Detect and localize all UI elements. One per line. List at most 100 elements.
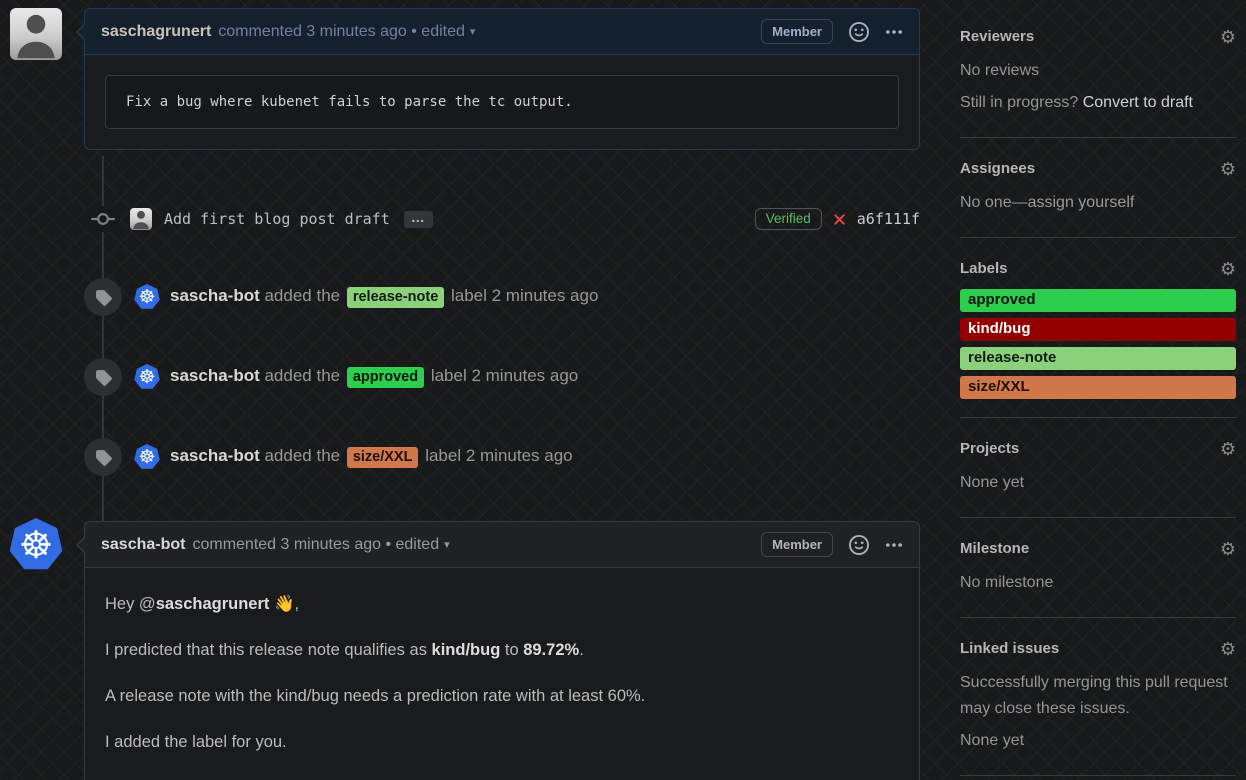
label-event-row: ☸ sascha-bot added the size/XXL label 2 … bbox=[84, 437, 920, 477]
comment-body: Fix a bug where kubenet fails to parse t… bbox=[85, 55, 919, 149]
user-avatar[interactable] bbox=[10, 8, 62, 60]
bot-comment: sascha-bot commented 3 minutes ago • edi… bbox=[84, 521, 920, 780]
reviewers-hint: Still in progress? Convert to draft bbox=[960, 90, 1236, 116]
speech-caret bbox=[76, 24, 84, 40]
comment-meta: commented 3 minutes ago • edited bbox=[192, 536, 439, 554]
linked-issues-title[interactable]: Linked issues bbox=[960, 640, 1059, 657]
milestone-empty-text: No milestone bbox=[960, 570, 1236, 596]
sidebar-section-linked-issues: Linked issues ⚙ Successfully merging thi… bbox=[960, 640, 1236, 754]
git-commit-icon bbox=[86, 206, 120, 232]
gear-icon[interactable]: ⚙ bbox=[1220, 261, 1236, 277]
projects-title[interactable]: Projects bbox=[960, 440, 1019, 457]
sidebar-divider bbox=[960, 237, 1236, 238]
event-label-chip[interactable]: release-note bbox=[347, 287, 444, 308]
assignees-title[interactable]: Assignees bbox=[960, 160, 1035, 177]
person-silhouette-icon bbox=[10, 8, 62, 60]
sidebar-divider bbox=[960, 417, 1236, 418]
assign-yourself-link[interactable]: assign yourself bbox=[1028, 194, 1135, 211]
comment-header: sascha-bot commented 3 minutes ago • edi… bbox=[85, 522, 919, 568]
label-event-row: ☸ sascha-bot added the release-note labe… bbox=[84, 277, 920, 317]
commit-author-avatar[interactable] bbox=[130, 208, 152, 230]
gear-icon[interactable]: ⚙ bbox=[1220, 541, 1236, 557]
sidebar-divider bbox=[960, 137, 1236, 138]
tag-icon bbox=[84, 358, 122, 396]
event-action: added the bbox=[260, 286, 345, 305]
label-kind-bug[interactable]: kind/bug bbox=[960, 318, 1236, 341]
speech-caret bbox=[76, 537, 84, 553]
event-actor[interactable]: sascha-bot bbox=[170, 286, 260, 305]
event-actor[interactable]: sascha-bot bbox=[170, 446, 260, 465]
comment-author-link[interactable]: saschagrunert bbox=[101, 23, 211, 41]
assignees-empty-text: No one—assign yourself bbox=[960, 190, 1236, 216]
event-suffix: label 2 minutes ago bbox=[426, 366, 578, 385]
member-badge: Member bbox=[761, 532, 833, 557]
x-status-icon[interactable] bbox=[831, 211, 848, 228]
kubernetes-logo-icon: ☸ bbox=[9, 518, 63, 572]
commit-message-link[interactable]: Add first blog post draft bbox=[164, 210, 390, 228]
pr-description-comment: saschagrunert commented 3 minutes ago • … bbox=[84, 8, 920, 150]
event-label-chip[interactable]: size/XXL bbox=[347, 447, 419, 468]
comment-author-link[interactable]: sascha-bot bbox=[101, 536, 185, 554]
sidebar-section-projects: Projects ⚙ None yet bbox=[960, 440, 1236, 496]
edited-dropdown-caret[interactable]: ▾ bbox=[470, 25, 476, 38]
person-silhouette-icon bbox=[130, 208, 152, 230]
label-release-note[interactable]: release-note bbox=[960, 347, 1236, 370]
edited-dropdown-caret[interactable]: ▾ bbox=[444, 538, 450, 551]
labels-list: approved kind/bug release-note size/XXL bbox=[960, 289, 1236, 399]
sidebar-divider bbox=[960, 617, 1236, 618]
tag-icon bbox=[84, 438, 122, 476]
bot-avatar-large[interactable]: ☸ bbox=[9, 518, 61, 570]
reviewers-empty-text: No reviews bbox=[960, 58, 1236, 84]
tag-icon bbox=[84, 278, 122, 316]
sidebar-section-milestone: Milestone ⚙ No milestone bbox=[960, 540, 1236, 596]
assignees-prefix: No one— bbox=[960, 194, 1028, 211]
sidebar-divider bbox=[960, 775, 1236, 776]
reviewers-title[interactable]: Reviewers bbox=[960, 28, 1034, 45]
event-action: added the bbox=[260, 366, 345, 385]
gear-icon[interactable]: ⚙ bbox=[1220, 29, 1236, 45]
bot-avatar[interactable]: ☸ bbox=[134, 444, 160, 470]
hint-prefix: Still in progress? bbox=[960, 94, 1083, 111]
add-reaction-icon[interactable] bbox=[849, 535, 869, 555]
comment-body: Hey @saschagrunert 👋, I predicted that t… bbox=[85, 568, 919, 780]
bot-avatar[interactable]: ☸ bbox=[134, 284, 160, 310]
comment-paragraph: Hey @saschagrunert 👋, bbox=[105, 592, 899, 616]
sidebar-divider bbox=[960, 517, 1236, 518]
labels-title[interactable]: Labels bbox=[960, 260, 1008, 277]
label-size-xxl[interactable]: size/XXL bbox=[960, 376, 1236, 399]
release-note-codeblock: Fix a bug where kubenet fails to parse t… bbox=[105, 75, 899, 129]
event-suffix: label 2 minutes ago bbox=[420, 446, 572, 465]
commit-sha-link[interactable]: a6f111f bbox=[857, 210, 920, 228]
add-reaction-icon[interactable] bbox=[849, 22, 869, 42]
member-badge: Member bbox=[761, 19, 833, 44]
gear-icon[interactable]: ⚙ bbox=[1220, 441, 1236, 457]
gear-icon[interactable]: ⚙ bbox=[1220, 161, 1236, 177]
milestone-title[interactable]: Milestone bbox=[960, 540, 1029, 557]
kebab-menu-icon[interactable] bbox=[885, 536, 903, 554]
gear-icon[interactable]: ⚙ bbox=[1220, 641, 1236, 657]
label-approved[interactable]: approved bbox=[960, 289, 1236, 312]
comment-paragraph: A release note with the kind/bug needs a… bbox=[105, 684, 899, 708]
event-actor[interactable]: sascha-bot bbox=[170, 366, 260, 385]
linked-issues-description: Successfully merging this pull request m… bbox=[960, 670, 1236, 722]
bot-avatar[interactable]: ☸ bbox=[134, 364, 160, 390]
event-suffix: label 2 minutes ago bbox=[446, 286, 598, 305]
sidebar-section-labels: Labels ⚙ approved kind/bug release-note … bbox=[960, 260, 1236, 399]
comment-paragraph: I added the label for you. bbox=[105, 730, 899, 754]
convert-to-draft-link[interactable]: Convert to draft bbox=[1083, 94, 1193, 111]
comment-paragraph: I predicted that this release note quali… bbox=[105, 638, 899, 662]
commit-timeline-item: Add first blog post draft … Verified a6f… bbox=[84, 202, 920, 236]
linked-issues-empty-text: None yet bbox=[960, 728, 1236, 754]
sidebar-section-assignees: Assignees ⚙ No one—assign yourself bbox=[960, 160, 1236, 216]
comment-header: saschagrunert commented 3 minutes ago • … bbox=[85, 9, 919, 55]
verified-badge[interactable]: Verified bbox=[755, 208, 822, 230]
comment-meta: commented 3 minutes ago • edited bbox=[218, 23, 465, 41]
sidebar-section-reviewers: Reviewers ⚙ No reviews Still in progress… bbox=[960, 28, 1236, 116]
commit-expander-button[interactable]: … bbox=[404, 211, 433, 228]
event-label-chip[interactable]: approved bbox=[347, 367, 424, 388]
event-action: added the bbox=[260, 446, 345, 465]
label-event-row: ☸ sascha-bot added the approved label 2 … bbox=[84, 357, 920, 397]
kebab-menu-icon[interactable] bbox=[885, 23, 903, 41]
pr-sidebar: Reviewers ⚙ No reviews Still in progress… bbox=[960, 0, 1236, 780]
projects-empty-text: None yet bbox=[960, 470, 1236, 496]
